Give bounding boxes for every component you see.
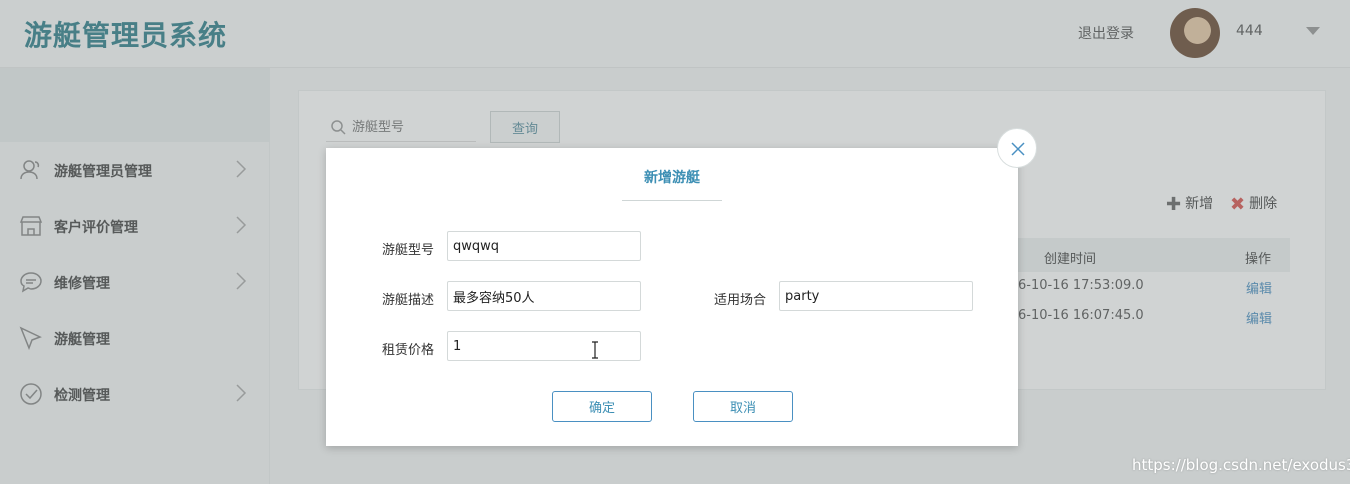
- model-field[interactable]: [447, 231, 641, 261]
- price-label: 租赁价格: [382, 343, 435, 358]
- confirm-button[interactable]: 确定: [552, 391, 652, 422]
- occasion-field[interactable]: [779, 281, 973, 311]
- close-icon: [1011, 142, 1025, 156]
- description-field[interactable]: [447, 281, 641, 311]
- price-field[interactable]: [447, 331, 641, 361]
- occasion-label: 适用场合: [714, 293, 767, 308]
- text-cursor-icon: [592, 341, 598, 359]
- description-label: 游艇描述: [382, 293, 435, 308]
- cancel-button[interactable]: 取消: [693, 391, 793, 422]
- divider: [622, 200, 722, 201]
- model-label: 游艇型号: [382, 243, 435, 258]
- watermark: https://blog.csdn.net/exodus3: [1132, 456, 1350, 474]
- dialog-title: 新增游艇: [644, 170, 700, 186]
- close-button[interactable]: [997, 128, 1037, 168]
